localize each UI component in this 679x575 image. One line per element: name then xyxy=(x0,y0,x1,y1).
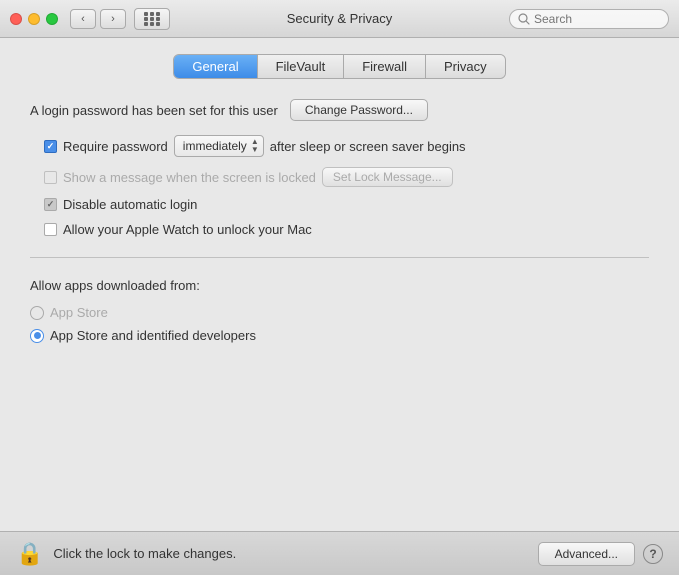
radio-app-store-identified[interactable]: App Store and identified developers xyxy=(30,328,649,343)
grid-menu-button[interactable] xyxy=(134,8,170,30)
forward-icon: › xyxy=(111,13,115,25)
tab-firewall[interactable]: Firewall xyxy=(344,55,426,78)
radio-app-store-button[interactable] xyxy=(30,306,44,320)
bottom-right: Advanced... ? xyxy=(538,542,663,566)
close-button[interactable] xyxy=(10,13,22,25)
help-button[interactable]: ? xyxy=(643,544,663,564)
tab-bar: General FileVault Firewall Privacy xyxy=(30,54,649,79)
disable-auto-login-checkbox[interactable] xyxy=(44,198,57,211)
minimize-button[interactable] xyxy=(28,13,40,25)
disable-auto-login-row: Disable automatic login xyxy=(44,197,649,212)
search-icon xyxy=(518,13,530,25)
search-input[interactable] xyxy=(534,12,660,26)
bottom-bar: 🔒 Click the lock to make changes. Advanc… xyxy=(0,531,679,575)
show-message-label: Show a message when the screen is locked xyxy=(63,170,316,185)
immediately-dropdown[interactable]: immediately ▲ ▼ xyxy=(174,135,264,157)
titlebar: ‹ › Security & Privacy xyxy=(0,0,679,38)
apple-watch-checkbox[interactable] xyxy=(44,223,57,236)
set-lock-message-button[interactable]: Set Lock Message... xyxy=(322,167,453,187)
forward-button[interactable]: › xyxy=(100,9,126,29)
back-button[interactable]: ‹ xyxy=(70,9,96,29)
radio-app-store-label: App Store xyxy=(50,305,108,320)
require-password-row: Require password immediately ▲ ▼ after s… xyxy=(44,135,649,157)
tab-group: General FileVault Firewall Privacy xyxy=(173,54,505,79)
show-message-row: Show a message when the screen is locked… xyxy=(44,167,649,187)
change-password-button[interactable]: Change Password... xyxy=(290,99,428,121)
dropdown-value: immediately xyxy=(183,139,247,153)
login-label: A login password has been set for this u… xyxy=(30,103,278,118)
disable-auto-login-label: Disable automatic login xyxy=(63,197,197,212)
apple-watch-row: Allow your Apple Watch to unlock your Ma… xyxy=(44,222,649,237)
radio-app-store[interactable]: App Store xyxy=(30,305,649,320)
dropdown-arrows-icon: ▲ ▼ xyxy=(251,138,259,154)
apple-watch-label: Allow your Apple Watch to unlock your Ma… xyxy=(63,222,312,237)
tab-filevault[interactable]: FileVault xyxy=(258,55,345,78)
lock-icon[interactable]: 🔒 xyxy=(16,541,43,567)
show-message-checkbox[interactable] xyxy=(44,171,57,184)
tab-privacy[interactable]: Privacy xyxy=(426,55,505,78)
search-bar[interactable] xyxy=(509,9,669,29)
radio-app-store-identified-button[interactable] xyxy=(30,329,44,343)
lock-label: Click the lock to make changes. xyxy=(53,546,236,561)
require-password-checkbox[interactable] xyxy=(44,140,57,153)
grid-icon xyxy=(144,12,161,26)
login-row: A login password has been set for this u… xyxy=(30,99,649,121)
nav-buttons: ‹ › xyxy=(70,9,126,29)
window-title: Security & Privacy xyxy=(287,11,392,26)
apps-section: Allow apps downloaded from: App Store Ap… xyxy=(30,278,649,343)
maximize-button[interactable] xyxy=(46,13,58,25)
options-section: Require password immediately ▲ ▼ after s… xyxy=(44,135,649,237)
main-content: General FileVault Firewall Privacy A log… xyxy=(0,38,679,531)
radio-app-store-identified-label: App Store and identified developers xyxy=(50,328,256,343)
tab-general[interactable]: General xyxy=(174,55,257,78)
traffic-lights xyxy=(10,13,58,25)
after-sleep-label: after sleep or screen saver begins xyxy=(270,139,466,154)
section-divider xyxy=(30,257,649,258)
advanced-button[interactable]: Advanced... xyxy=(538,542,635,566)
require-password-label: Require password xyxy=(63,139,168,154)
apps-label: Allow apps downloaded from: xyxy=(30,278,649,293)
back-icon: ‹ xyxy=(81,13,85,25)
